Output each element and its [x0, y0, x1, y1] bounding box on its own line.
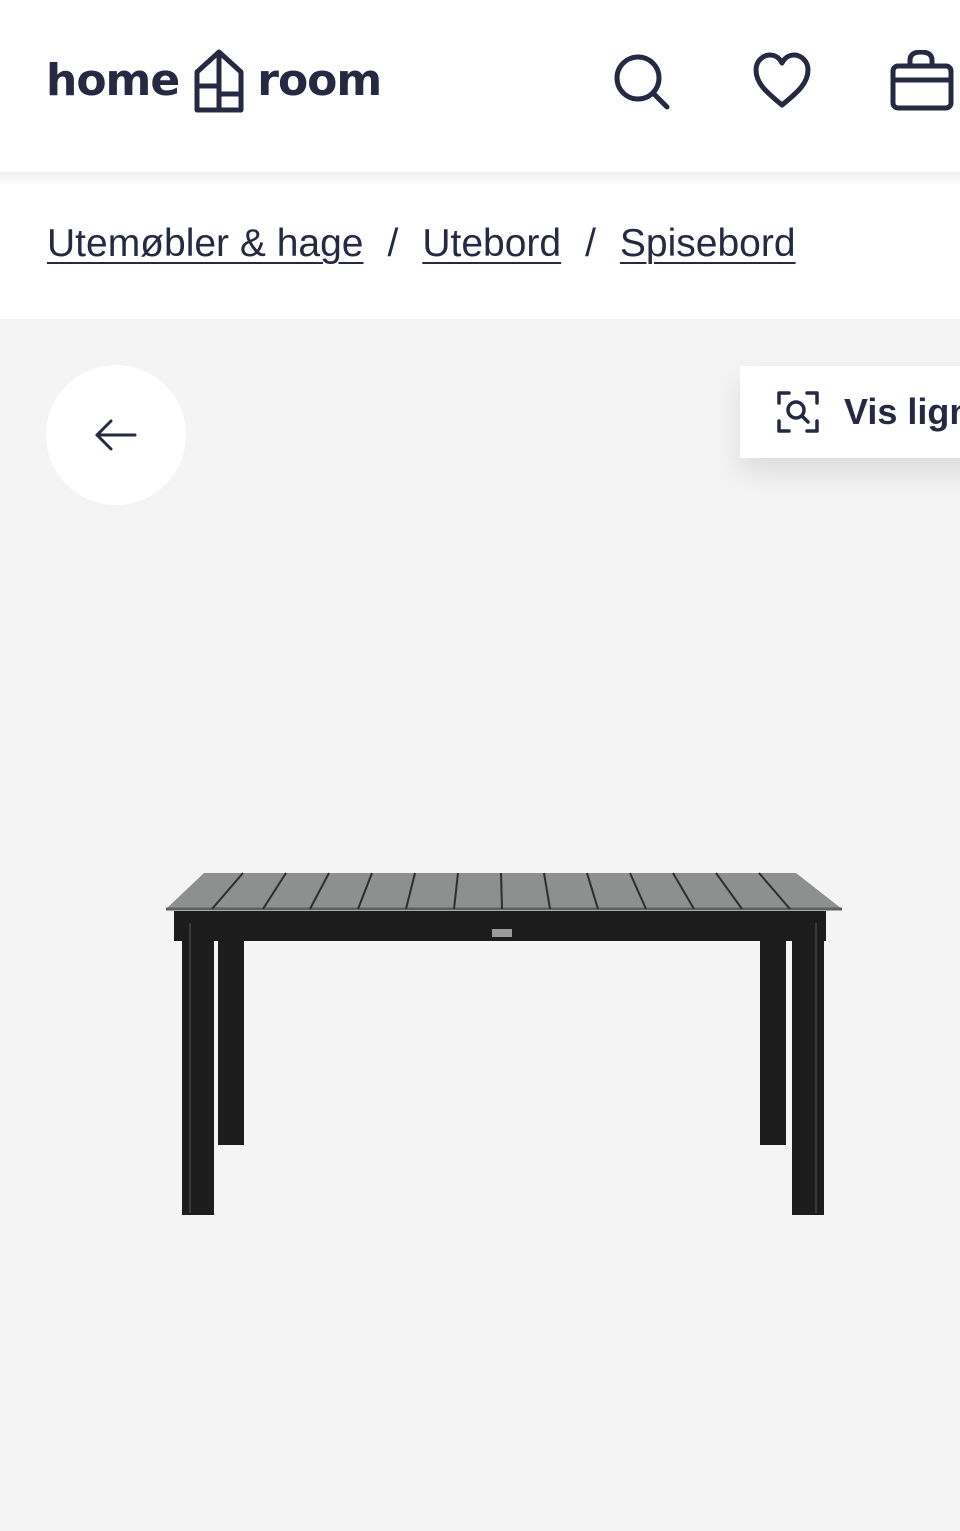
show-similar-button[interactable]: Vis lign [740, 366, 960, 458]
logo-word-room: room [257, 55, 382, 106]
logo-word-home: home [46, 55, 180, 106]
dining-table-photo [166, 872, 842, 1215]
breadcrumb-link-dining-tables[interactable]: Spisebord [620, 222, 796, 266]
breadcrumb-separator: / [387, 222, 399, 265]
breadcrumb-link-outdoor-furniture[interactable]: Utemøbler & hage [47, 222, 363, 266]
shopping-bag-icon[interactable] [890, 50, 960, 112]
breadcrumb-link-outdoor-tables[interactable]: Utebord [422, 222, 561, 266]
arrow-left-icon [95, 419, 137, 451]
heart-icon[interactable] [752, 52, 812, 110]
show-similar-label: Vis lign [844, 391, 960, 432]
back-button[interactable] [46, 365, 186, 505]
visual-search-icon [777, 391, 819, 433]
header-shadow [0, 172, 960, 186]
search-icon[interactable] [612, 52, 672, 112]
product-image-gallery[interactable]: Vis lign [0, 319, 960, 1531]
breadcrumb: Utemøbler & hage / Utebord / Spisebord [47, 222, 796, 266]
site-header: home room [0, 0, 960, 172]
house-icon [194, 49, 244, 113]
home-room-logo[interactable]: home room [46, 46, 382, 116]
breadcrumb-separator: / [585, 222, 596, 265]
